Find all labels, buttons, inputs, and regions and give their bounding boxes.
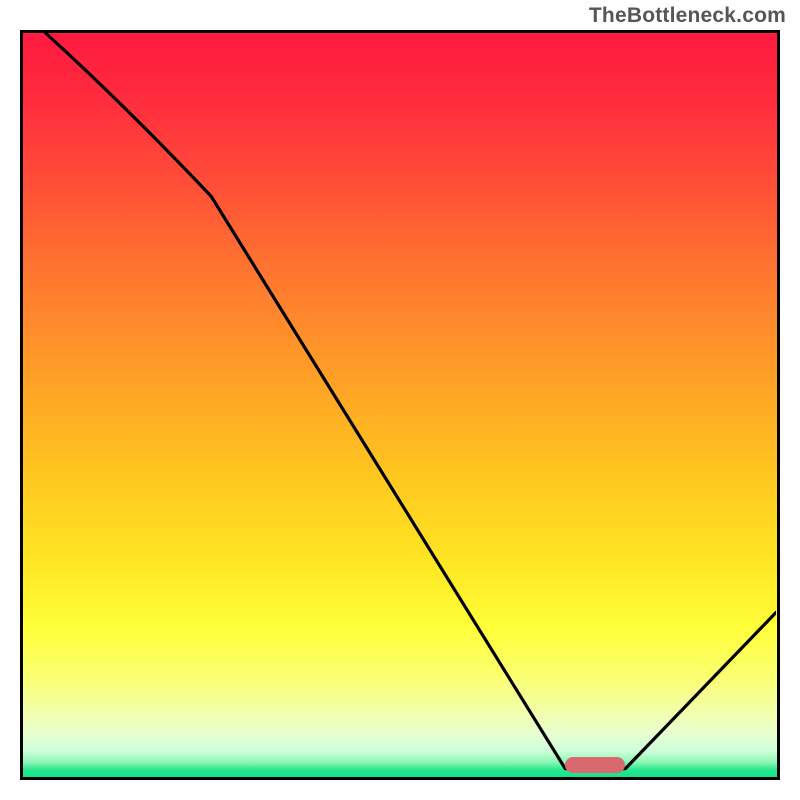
optimal-range-marker — [565, 757, 625, 773]
plot-area — [20, 30, 780, 780]
bottleneck-curve-path — [46, 33, 776, 771]
curve-svg — [23, 33, 776, 776]
attribution-label: TheBottleneck.com — [589, 4, 786, 28]
chart-root: TheBottleneck.com — [0, 0, 800, 800]
